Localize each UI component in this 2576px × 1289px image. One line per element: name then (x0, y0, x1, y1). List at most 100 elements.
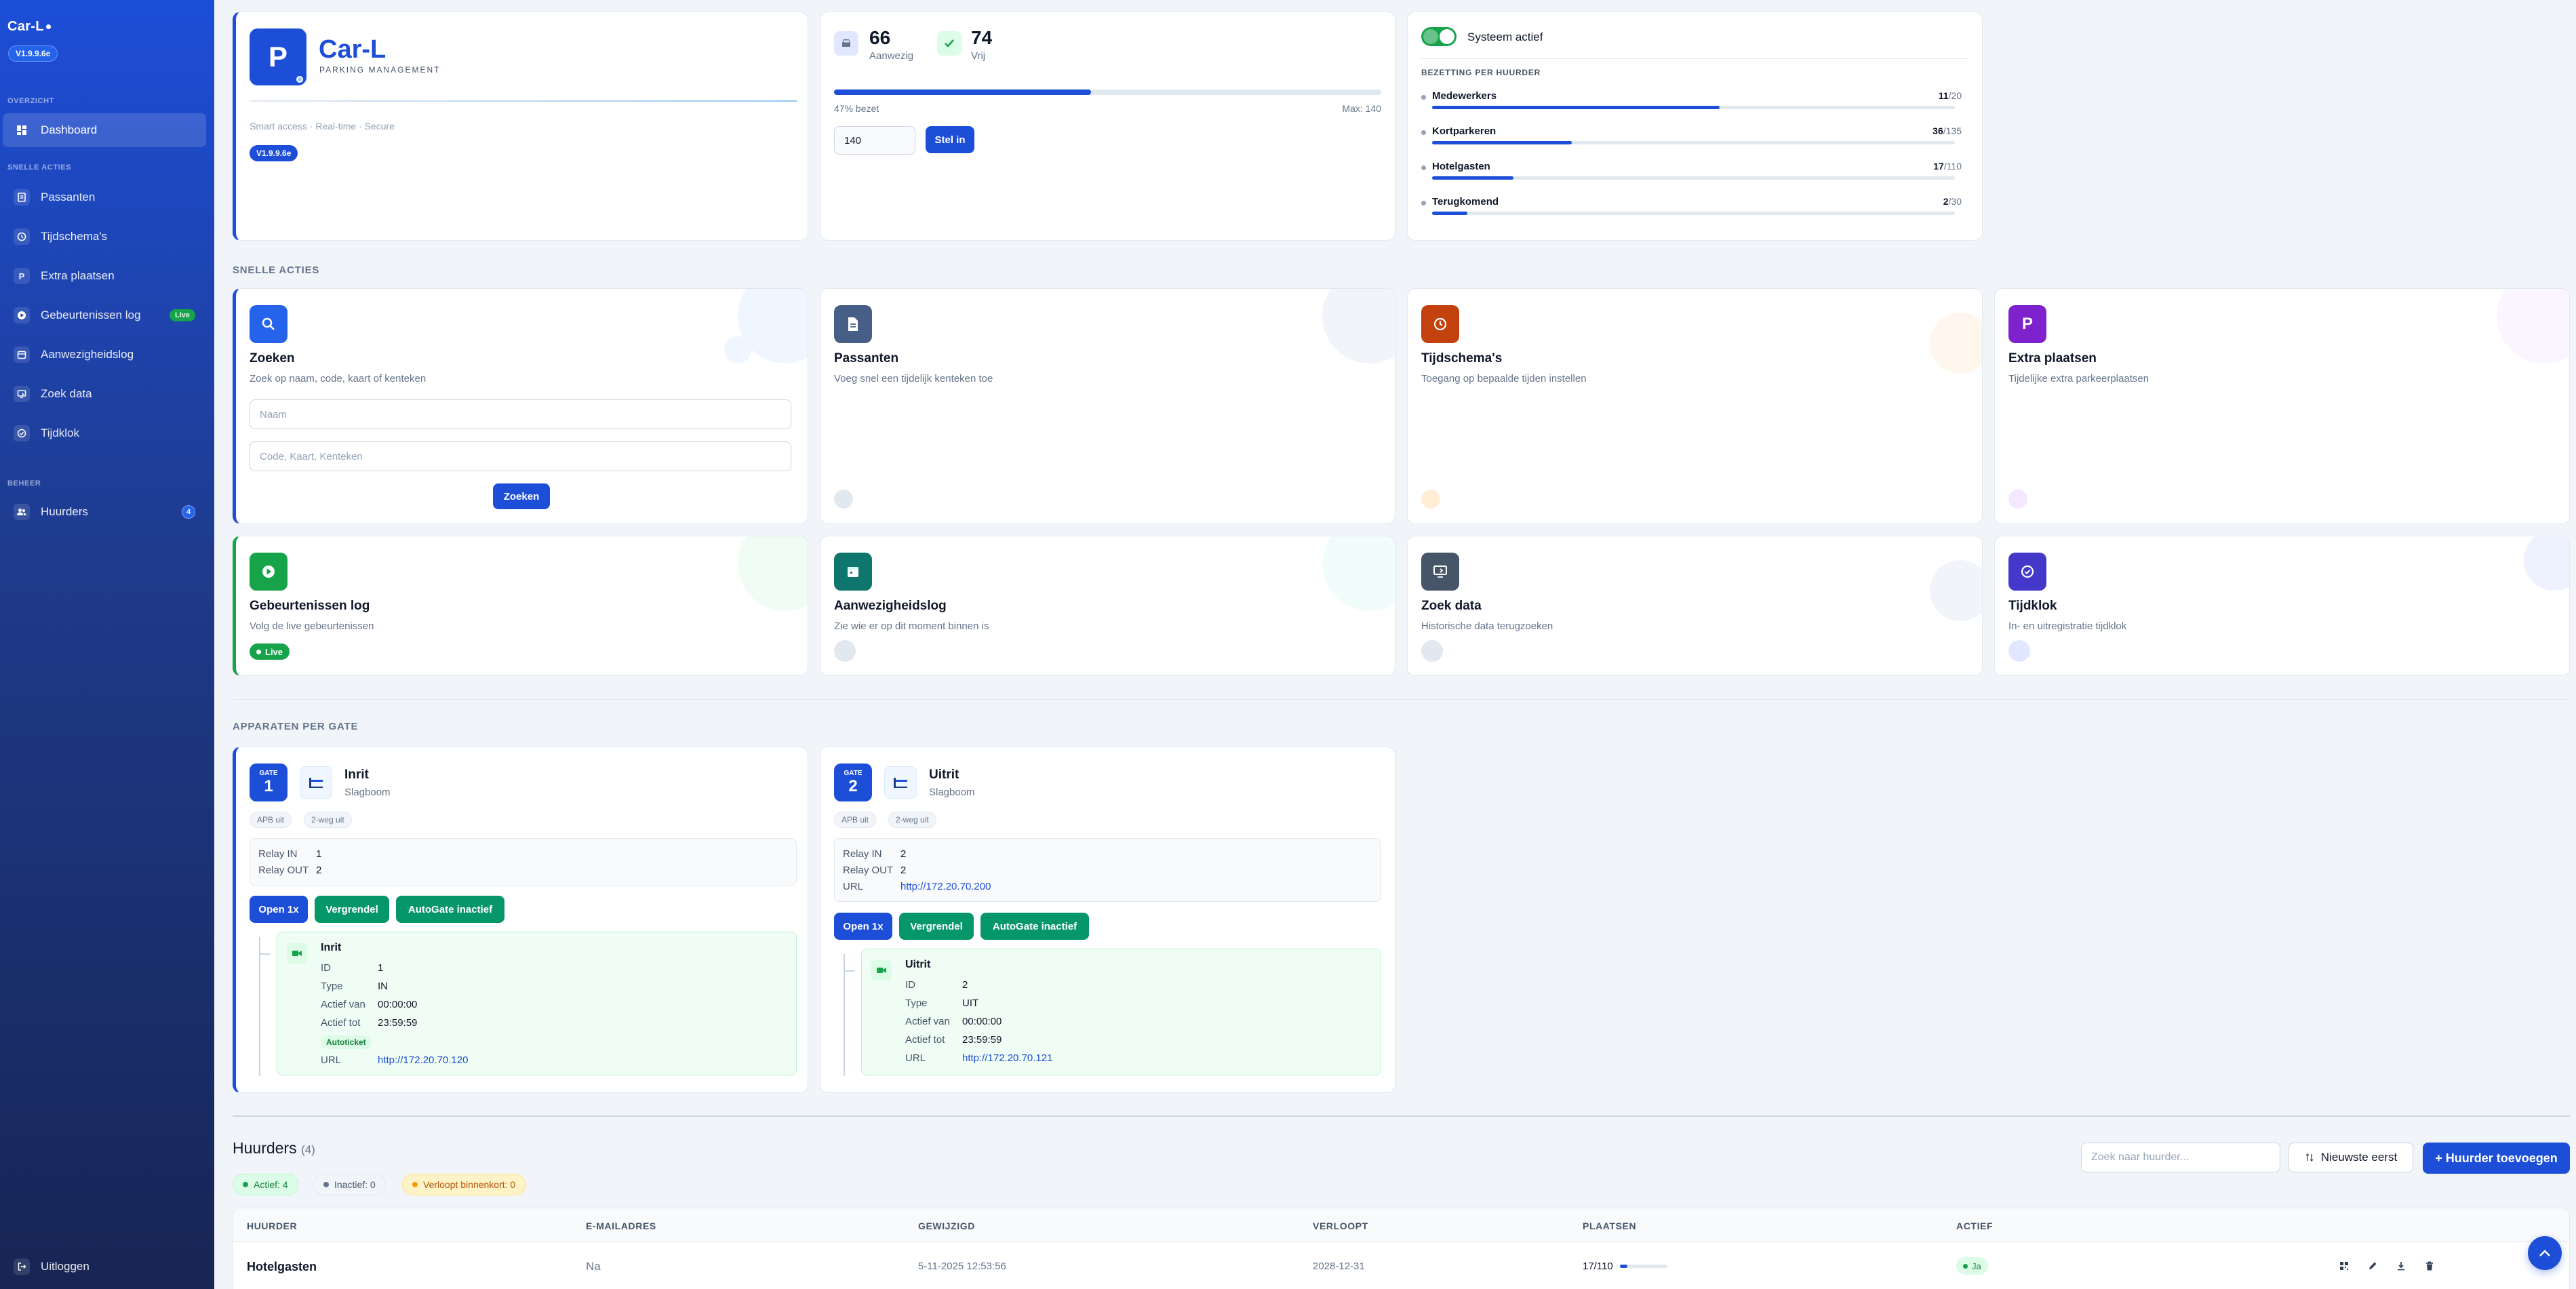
capacity-input[interactable]: 140 (834, 126, 915, 155)
sidebar-item-passanten[interactable]: Passanten (3, 180, 206, 214)
quick-card-subtitle: Toegang op bepaalde tijden instellen (1421, 373, 1587, 384)
sort-button[interactable]: Nieuwste eerst (2288, 1143, 2413, 1172)
decoration (738, 536, 808, 611)
calendar-icon (834, 553, 872, 591)
open-once-button[interactable]: Open 1x (250, 896, 308, 923)
quick-card-gebeurtenissen-log[interactable]: Gebeurtenissen log Volg de live gebeurte… (233, 536, 808, 676)
tenant-occupancy-bar (1432, 176, 1955, 180)
sidebar-item-huurders[interactable]: Huurders 4 (3, 495, 206, 529)
decoration (1930, 313, 1982, 374)
decoration (1322, 536, 1395, 611)
search-icon (250, 305, 288, 343)
occupancy-max: Max: 140 (1342, 103, 1381, 114)
quick-card-zoek-data[interactable]: Zoek data Historische data terugzoeken (1407, 536, 1983, 676)
edit-icon[interactable] (2364, 1257, 2381, 1275)
device-url-link[interactable]: http://172.20.70.121 (962, 1052, 1052, 1064)
tagline: Smart access · Real-time · Secure (250, 121, 395, 132)
download-icon[interactable] (2392, 1257, 2410, 1275)
gate-url-link[interactable]: http://172.20.70.200 (900, 881, 991, 892)
lock-button[interactable]: Vergrendel (315, 896, 389, 923)
decoration (1421, 640, 1443, 662)
open-once-button[interactable]: Open 1x (834, 913, 892, 940)
tenant-modified: 5-11-2025 12:53:56 (918, 1261, 1006, 1272)
quick-card-passanten[interactable]: Passanten Voeg snel een tijdelijk kentek… (820, 288, 1395, 524)
app-title: Car-L (319, 35, 387, 64)
quick-card-title: Aanwezigheidslog (834, 599, 947, 613)
filter-active[interactable]: Actief: 4 (233, 1174, 298, 1195)
logout-button[interactable]: Uitloggen (3, 1250, 206, 1284)
clock-icon (14, 229, 30, 245)
tenant-search-input[interactable]: Zoek naar huurder... (2081, 1143, 2280, 1172)
search-title: Zoeken (250, 351, 295, 365)
quick-card-title: Extra plaatsen (2008, 351, 2097, 365)
search-button[interactable]: Zoeken (493, 483, 550, 509)
device-url-link[interactable]: http://172.20.70.120 (378, 1054, 468, 1066)
divider (233, 699, 2570, 700)
device-type: Type UIT (905, 997, 979, 1009)
system-toggle[interactable] (1421, 27, 1457, 46)
camera-icon (871, 960, 892, 980)
name-input[interactable]: Naam (250, 399, 791, 429)
qr-icon[interactable] (2335, 1257, 2353, 1275)
decoration (834, 490, 853, 509)
parking-icon: P (14, 268, 30, 284)
tenants-table: HUURDER E-MAILADRES GEWIJZIGD VERLOOPT P… (233, 1208, 2570, 1289)
gate-type: Slagboom (929, 787, 975, 798)
quick-card-title: Gebeurtenissen log (250, 599, 370, 613)
search-subtitle: Zoek op naam, code, kaart of kenteken (250, 373, 427, 384)
section-quick-actions: SNELLE ACTIES (233, 264, 320, 276)
sidebar-item-tijdschemas[interactable]: Tijdschema's (3, 220, 206, 254)
tree-line (844, 954, 845, 1076)
tenant-occupancy-name: Medewerkers (1432, 90, 1497, 102)
filter-inactive[interactable]: Inactief: 0 (313, 1174, 386, 1195)
system-status-label: Systeem actief (1467, 31, 1543, 43)
quick-card-extra-plaatsen[interactable]: P Extra plaatsen Tijdelijke extra parkee… (1994, 288, 2570, 524)
filter-expiring[interactable]: Verloopt binnenkort: 0 (402, 1174, 526, 1195)
tenant-occupancy-row: Kortparkeren 36/135 (1421, 125, 1968, 153)
lock-button[interactable]: Vergrendel (899, 913, 974, 940)
section-title: BEZETTING PER HUURDER (1421, 68, 1541, 77)
car-icon (834, 31, 858, 56)
sidebar-item-dashboard[interactable]: Dashboard (3, 113, 206, 147)
delete-icon[interactable] (2421, 1257, 2438, 1275)
tree-branch (844, 970, 854, 972)
scroll-top-button[interactable] (2528, 1236, 2562, 1270)
document-icon (834, 305, 872, 343)
sidebar-item-tijdklok[interactable]: Tijdklok (3, 416, 206, 450)
logout-label: Uitloggen (41, 1260, 90, 1273)
sidebar-item-label: Passanten (41, 191, 96, 203)
tenant-email: Na (586, 1260, 601, 1273)
divider (1421, 58, 1968, 59)
add-tenant-button[interactable]: + Huurder toevoegen (2423, 1143, 2570, 1174)
quick-card-tijdschemas[interactable]: Tijdschema's Toegang op bepaalde tijden … (1407, 288, 1983, 524)
sidebar-item-gebeurtenissen-log[interactable]: Gebeurtenissen log Live (3, 298, 206, 332)
brand-logo[interactable]: Car-L (7, 19, 51, 35)
barrier-icon (300, 766, 332, 799)
version-badge: V1.9.9.6e (8, 45, 58, 62)
check-clock-icon (14, 425, 30, 441)
free-count: 74 (971, 27, 993, 48)
quick-card-tijdklok[interactable]: Tijdklok In- en uitregistratie tijdklok (1994, 536, 2570, 676)
decoration (2497, 289, 2569, 363)
sidebar-item-aanwezigheidslog[interactable]: Aanwezigheidslog (3, 338, 206, 372)
sidebar-item-label: Dashboard (41, 123, 98, 136)
present-label: Aanwezig (869, 50, 914, 62)
autogate-button[interactable]: AutoGate inactief (980, 913, 1089, 940)
occupancy-card: 66 Aanwezig 74 Vrij 47% bezet Max: 140 1… (820, 12, 1395, 241)
gate-badge: GATE 1 (250, 764, 288, 801)
gate-card-uitrit: GATE 2 Uitrit Slagboom APB uit 2-weg uit… (820, 747, 1395, 1093)
tag-apb: APB uit (834, 812, 877, 828)
quick-card-aanwezigheidslog[interactable]: Aanwezigheidslog Zie wie er op dit momen… (820, 536, 1395, 676)
sidebar-item-zoek-data[interactable]: Zoek data (3, 377, 206, 411)
table-row[interactable]: Hotelgasten Na 5-11-2025 12:53:56 2028-1… (233, 1242, 2569, 1289)
barrier-icon (884, 766, 917, 799)
set-capacity-button[interactable]: Stel in (926, 126, 974, 153)
decoration (2524, 536, 2569, 591)
code-input[interactable]: Code, Kaart, Kenteken (250, 441, 791, 471)
autogate-button[interactable]: AutoGate inactief (396, 896, 504, 923)
device-active-from: Actief van 00:00:00 (321, 999, 418, 1010)
history-icon (1421, 553, 1459, 591)
device-url: URL http://172.20.70.120 (321, 1054, 469, 1066)
sidebar-item-extra-plaatsen[interactable]: P Extra plaatsen (3, 259, 206, 293)
tenant-occupancy-row: Medewerkers 11/20 (1421, 90, 1968, 117)
